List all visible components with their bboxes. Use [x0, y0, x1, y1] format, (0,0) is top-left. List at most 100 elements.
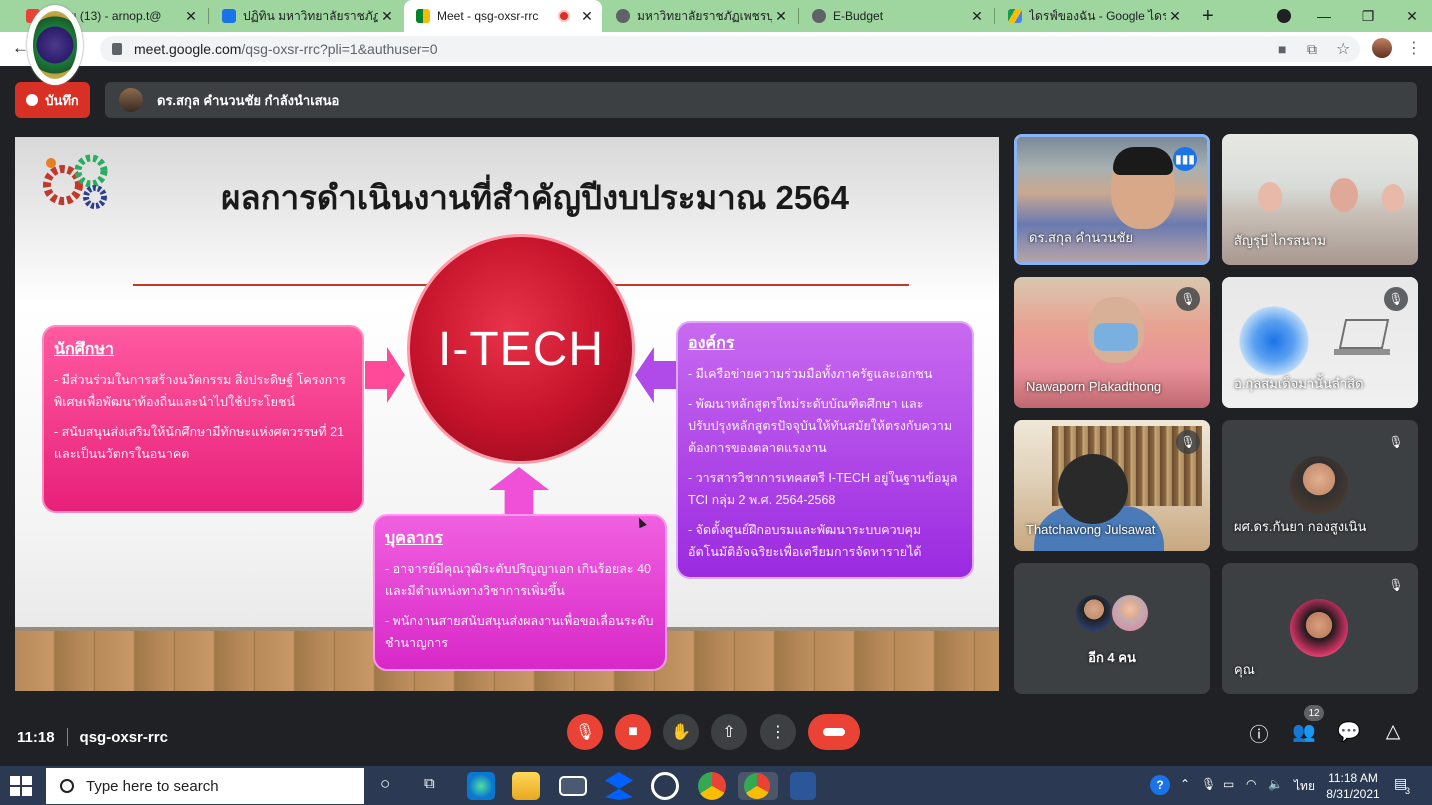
chrome-icon[interactable]: [698, 772, 726, 800]
url-path: /qsg-oxsr-rrc?pli=1&authuser=0: [241, 41, 438, 57]
mail-icon[interactable]: [559, 776, 587, 796]
activities-icon[interactable]: △: [1381, 720, 1405, 743]
volume-icon[interactable]: 🔈: [1268, 777, 1283, 791]
tab-drive[interactable]: ไดรฟ์ของฉัน - Google ไดรฟ์ ✕: [996, 0, 1190, 32]
profile-avatar[interactable]: [1372, 38, 1392, 58]
tab-label: ไดรฟ์ของฉัน - Google ไดรฟ์: [1029, 8, 1166, 23]
minimize-icon[interactable]: —: [1302, 0, 1346, 32]
new-tab-button[interactable]: +: [1196, 0, 1228, 32]
tab-calendar[interactable]: ปฏิทิน มหาวิทยาลัยราชภัฏเพชร ✕: [210, 0, 402, 32]
participant-tile[interactable]: 🎙 Nawaporn Plakadthong: [1014, 277, 1210, 408]
participant-tile[interactable]: สัญรุบี ไกรสนาม: [1222, 134, 1418, 265]
close-icon[interactable]: ✕: [1166, 8, 1184, 25]
personnel-heading: บุคลากร: [385, 530, 443, 547]
file-explorer-icon[interactable]: [512, 772, 540, 800]
chrome-icon: [744, 773, 770, 799]
participant-name: Thatchavong Julsawat: [1026, 522, 1156, 537]
participant-name: Nawaporn Plakadthong: [1026, 379, 1162, 394]
lock-icon: [112, 43, 122, 55]
camera-off-icon: ■: [628, 723, 638, 740]
self-avatar: [1290, 599, 1348, 657]
participant-tile[interactable]: 🎙 ผศ.ดร.กันยา กองสูงเนิน: [1222, 420, 1418, 551]
people-icon[interactable]: 👥: [1292, 720, 1316, 744]
close-icon[interactable]: ✕: [772, 8, 790, 25]
meet-icon: [416, 9, 430, 23]
bookmark-star-icon[interactable]: ☆: [1336, 39, 1350, 59]
chrome-profile-task[interactable]: [738, 772, 778, 800]
close-icon[interactable]: ✕: [968, 8, 986, 25]
participant-avatar: [1110, 593, 1150, 633]
language-indicator[interactable]: ไทย: [1294, 777, 1315, 796]
taskbar-search-input[interactable]: Type here to search: [46, 768, 364, 804]
speaking-indicator-icon: ▮▮▮: [1173, 147, 1197, 171]
tab-meet[interactable]: Meet - qsg-oxsr-rrc ✕: [404, 0, 602, 32]
url-input[interactable]: meet.google.com/qsg-oxsr-rrc?pli=1&authu…: [100, 36, 1360, 62]
record-button[interactable]: บันทึก: [15, 82, 90, 118]
participant-avatar: [1290, 456, 1348, 514]
more-options-button[interactable]: ⋮: [760, 714, 796, 750]
mic-muted-icon: 🎙: [1384, 287, 1408, 311]
presenter-avatar: [119, 88, 143, 112]
taskbar-clock[interactable]: 11:18 AM 8/31/2021: [1318, 770, 1388, 802]
presenter-banner: ดร.สกุล คำนวนชัย กำลังนำเสนอ: [105, 82, 1417, 118]
word-icon[interactable]: [790, 772, 816, 800]
participant-avatar: [1074, 593, 1114, 633]
mic-toggle-button[interactable]: 🎙: [567, 714, 603, 750]
mic-muted-icon: 🎙: [1176, 430, 1200, 454]
camera-toggle-button[interactable]: ■: [615, 714, 651, 750]
tab-divider: [994, 8, 995, 24]
task-view-icon[interactable]: ⧉: [424, 775, 435, 792]
personnel-item: - อาจารย์มีคุณวุฒิระดับปริญญาเอก เกินร้อ…: [385, 562, 652, 598]
browser-menu-icon[interactable]: ⋮: [1406, 38, 1422, 58]
participant-tile-self[interactable]: 🎙 คุณ: [1222, 563, 1418, 694]
organization-item: - จัดตั้งศูนย์ฝึกอบรมและพัฒนาระบบควบคุมอ…: [688, 523, 922, 559]
organization-item: - มีเครือข่ายความร่วมมือทั้งภาครัฐและเอก…: [688, 367, 933, 381]
windows-start-icon[interactable]: [10, 776, 32, 796]
window-close-icon[interactable]: ✕: [1390, 0, 1432, 32]
participant-tile[interactable]: 🎙 Thatchavong Julsawat: [1014, 420, 1210, 551]
mic-muted-icon: 🎙: [1388, 435, 1404, 449]
search-icon: [60, 779, 74, 793]
globe-icon: [616, 9, 630, 23]
participant-name: คุณ: [1234, 662, 1255, 677]
organization-item: - วารสารวิชาการเทคสตรี I-TECH อยู่ในฐานข…: [688, 471, 958, 507]
itech-center-circle: I-TECH: [407, 234, 635, 464]
raise-hand-button[interactable]: ✋: [663, 714, 699, 750]
meeting-info: 11:18 qsg-oxsr-rrc: [17, 728, 168, 746]
participant-tile[interactable]: อีก 4 คน: [1014, 563, 1210, 694]
maximize-icon[interactable]: ❐: [1346, 0, 1390, 32]
participant-name: อ.กุลสมเด็จมานั้นลำสิด: [1234, 376, 1364, 391]
tab-university[interactable]: มหาวิทยาลัยราชภัฏเพชรบุรี ✕: [604, 0, 796, 32]
tab-ebudget[interactable]: E-Budget ✕: [800, 0, 992, 32]
wifi-icon[interactable]: ◠: [1246, 777, 1256, 791]
present-icon: ⇧: [722, 724, 736, 741]
close-icon[interactable]: ✕: [182, 8, 200, 25]
speaking-ring-icon: [1234, 301, 1314, 381]
more-vert-icon: ⋮: [770, 724, 786, 741]
chat-icon[interactable]: 💬: [1337, 720, 1361, 744]
tab-label: Meet - qsg-oxsr-rrc: [437, 9, 539, 23]
tab-search-icon[interactable]: [1262, 0, 1306, 32]
notification-count: 3: [1405, 786, 1411, 796]
present-screen-button[interactable]: ⇧: [711, 714, 747, 750]
tab-divider: [798, 8, 799, 24]
camera-icon[interactable]: ■: [1278, 41, 1286, 57]
leave-call-button[interactable]: [808, 714, 860, 750]
close-icon[interactable]: ✕: [378, 8, 396, 25]
meeting-details-icon[interactable]: ⓘ: [1247, 720, 1271, 747]
cortana-icon[interactable]: ○: [380, 774, 390, 794]
participant-tile[interactable]: 🎙 อ.กุลสมเด็จมานั้นลำสิด: [1222, 277, 1418, 408]
tray-expand-icon[interactable]: ⌃: [1180, 777, 1190, 791]
tab-label: ปฏิทิน มหาวิทยาลัยราชภัฏเพชร: [243, 8, 378, 23]
meeting-control-bar: 11:18 qsg-oxsr-rrc 🎙 ■ ✋ ⇧ ⋮ ⓘ 👥 12 💬 △: [0, 705, 1432, 766]
app-icon[interactable]: [651, 772, 679, 800]
close-icon[interactable]: ✕: [578, 8, 596, 25]
participant-tile[interactable]: ▮▮▮ ดร.สกุล คำนวนชัย: [1014, 134, 1210, 265]
battery-icon[interactable]: ▭: [1223, 777, 1234, 791]
edge-icon[interactable]: [467, 772, 495, 800]
taskbar-search-placeholder: Type here to search: [86, 777, 219, 795]
dropbox-icon[interactable]: [605, 772, 633, 800]
mic-tray-icon[interactable]: 🎙: [1201, 777, 1216, 791]
translate-icon[interactable]: ⧉: [1307, 41, 1317, 58]
help-icon[interactable]: ?: [1150, 775, 1170, 795]
